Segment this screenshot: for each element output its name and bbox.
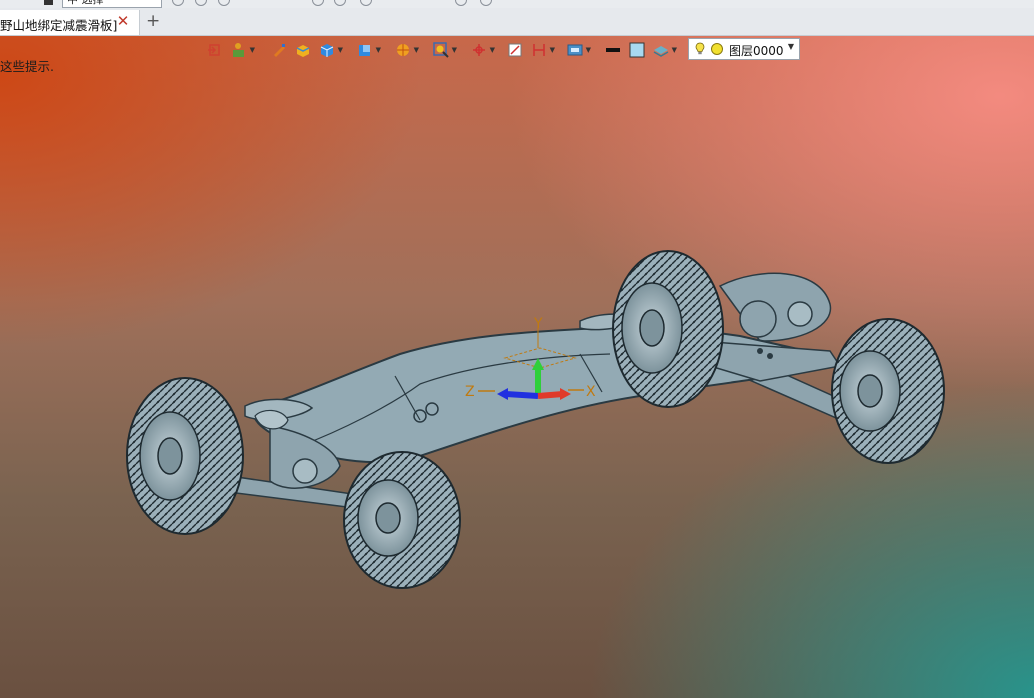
move-tool-icon[interactable] bbox=[195, 0, 207, 6]
3d-viewport[interactable]: 这些提示. ▼ ▼ ▼ ▼ ▼ ▼ ▼ ▼ ▼ 图层0000 ▼ Y Z X bbox=[0, 36, 1034, 698]
select-tool-icon[interactable] bbox=[172, 0, 184, 6]
settings-icon[interactable] bbox=[455, 0, 467, 6]
document-tab[interactable]: 野山地绑定减震滑板] ✕ bbox=[0, 10, 140, 35]
circle-tool-icon[interactable] bbox=[312, 0, 324, 6]
render-icon[interactable] bbox=[480, 0, 492, 6]
wheel-front-left bbox=[126, 377, 244, 535]
rotate-tool-icon[interactable] bbox=[218, 0, 230, 6]
x-axis-label: X bbox=[586, 384, 596, 400]
curve-tool-icon[interactable] bbox=[360, 0, 372, 6]
add-tab-icon[interactable]: + bbox=[146, 13, 160, 30]
toolbar-square-icon[interactable] bbox=[44, 0, 53, 5]
close-tab-icon[interactable]: ✕ bbox=[116, 13, 130, 29]
deck bbox=[244, 313, 842, 464]
wheel-front-right bbox=[343, 451, 461, 589]
arc-tool-icon[interactable] bbox=[334, 0, 346, 6]
y-axis-label: Y bbox=[533, 316, 543, 332]
skateboard-model[interactable]: Y Z X bbox=[0, 36, 1034, 698]
select-filter-dropdown[interactable]: 中 选择 bbox=[62, 0, 162, 8]
document-tab-bar: 野山地绑定减震滑板] ✕ + bbox=[0, 8, 1034, 36]
z-axis-label: Z bbox=[465, 384, 475, 400]
main-toolbar: 中 选择 bbox=[0, 0, 1034, 8]
wheel-back-left bbox=[612, 250, 724, 408]
wheel-back-right bbox=[831, 318, 945, 464]
document-tab-title: 野山地绑定减震滑板] bbox=[0, 18, 118, 33]
